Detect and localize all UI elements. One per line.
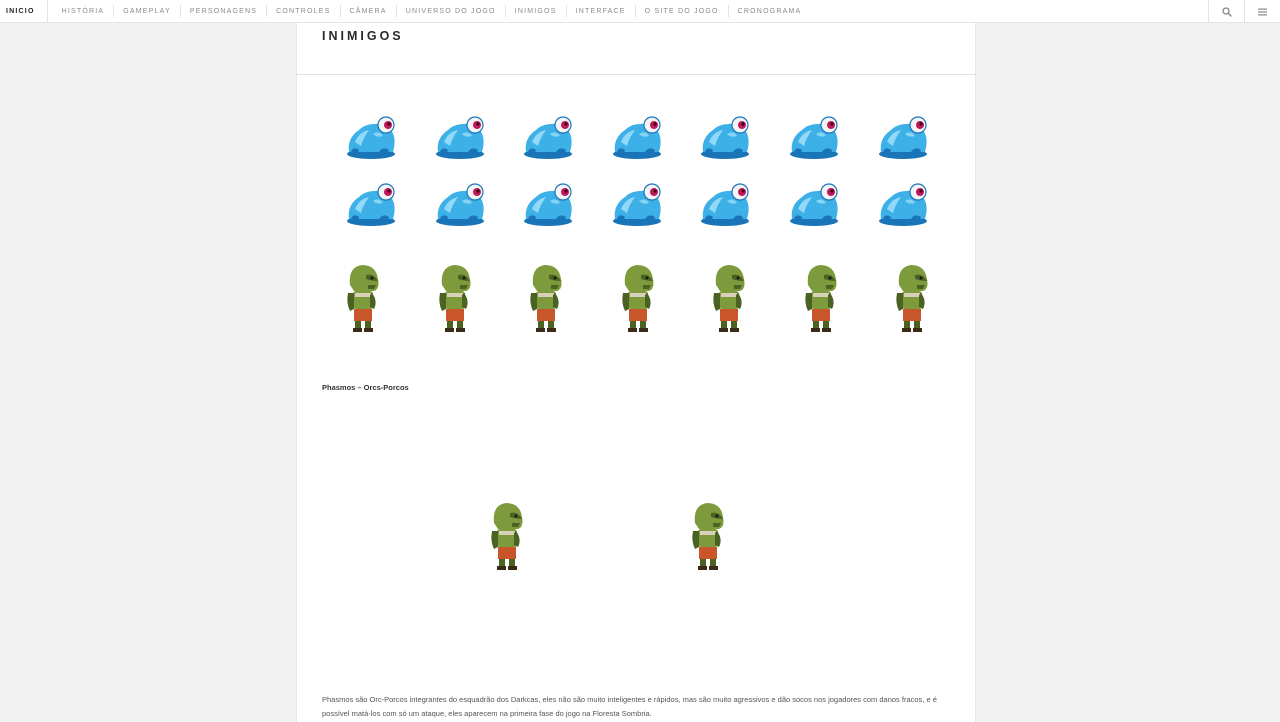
page-title: INIMIGOS <box>322 29 404 43</box>
nav-inimigos[interactable]: INIMIGOS <box>506 0 566 23</box>
hamburger-menu-icon <box>1258 8 1267 15</box>
search-icon <box>1221 6 1232 17</box>
orc-enemy-sprite <box>893 261 933 338</box>
frog-enemy-sprite <box>432 112 488 165</box>
orc-enemy-sprite <box>619 261 659 338</box>
title-divider <box>297 74 975 75</box>
nav-historia[interactable]: HISTÓRIA <box>53 0 114 23</box>
search-button[interactable] <box>1208 0 1244 23</box>
orc-enemy-sprite <box>344 261 384 338</box>
orc-enemy-sprite <box>527 261 567 338</box>
nav-controles[interactable]: CONTROLES <box>267 0 339 23</box>
nav-cronograma[interactable]: CRONOGRAMA <box>729 0 811 23</box>
frog-enemy-sprite <box>520 112 576 165</box>
frog-enemy-sprite <box>609 179 665 232</box>
frog-enemy-sprite <box>875 179 931 232</box>
frog-enemy-sprite <box>343 112 399 165</box>
frog-enemy-sprite <box>609 112 665 165</box>
nav-universo-do-jogo[interactable]: UNIVERSO DO JOGO <box>397 0 505 23</box>
frog-enemy-sprite <box>697 112 753 165</box>
enemy-description: Phasmos são Orc-Porcos integrantes do es… <box>322 695 937 718</box>
frog-enemy-sprite <box>520 179 576 232</box>
nav-o-site-do-jogo[interactable]: O SITE DO JOGO <box>636 0 728 23</box>
nav-actions <box>1208 0 1280 23</box>
orc-enemy-sprite <box>710 261 750 338</box>
content-panel: INIMIGOS Phasmos – Orcs-Porcos Phasmos s… <box>296 23 976 722</box>
orc-enemy-sprite <box>436 261 476 338</box>
nav-personagens[interactable]: PERSONAGENS <box>181 0 266 23</box>
frog-enemy-sprite <box>786 112 842 165</box>
frog-enemy-sprite <box>432 179 488 232</box>
frog-enemy-sprite <box>875 112 931 165</box>
frog-enemy-sprite <box>786 179 842 232</box>
frog-enemy-sprite <box>343 179 399 232</box>
nav-interface[interactable]: INTERFACE <box>567 0 635 23</box>
top-navigation: INICIO HISTÓRIA GAMEPLAY PERSONAGENS CON… <box>0 0 1280 23</box>
nav-home[interactable]: INICIO <box>0 0 48 23</box>
menu-button[interactable] <box>1244 0 1280 23</box>
nav-camera[interactable]: CÂMERA <box>341 0 396 23</box>
featured-orc-sprite <box>689 499 729 576</box>
nav-gameplay[interactable]: GAMEPLAY <box>114 0 180 23</box>
enemy-caption: Phasmos – Orcs-Porcos <box>322 383 409 392</box>
frog-enemy-sprite <box>697 179 753 232</box>
orc-enemy-sprite <box>802 261 842 338</box>
featured-orc-sprite <box>488 499 528 576</box>
